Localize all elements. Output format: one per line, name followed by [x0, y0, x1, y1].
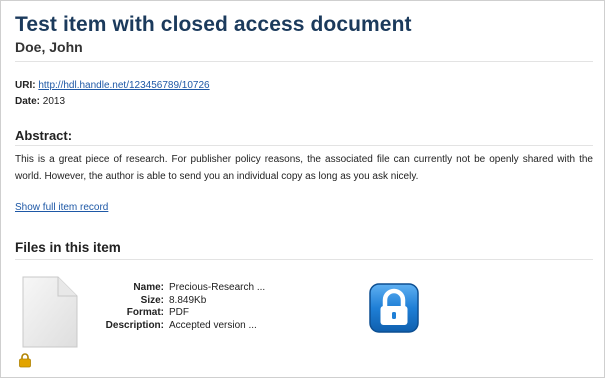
page-frame — [0, 0, 605, 378]
file-description-value: Accepted version ... — [169, 319, 257, 331]
abstract-heading: Abstract: — [15, 128, 73, 143]
file-format-label: Format: — [126, 307, 164, 318]
date-label: Date: — [15, 96, 41, 107]
file-name-row: Name: Precious-Research ... — [100, 282, 265, 295]
file-size-row: Size: 8.849Kb — [100, 295, 265, 308]
divider — [15, 145, 593, 146]
item-author: Doe, John — [15, 39, 83, 55]
uri-link[interactable]: http://hdl.handle.net/123456789/10726 — [38, 80, 209, 91]
show-full-item-record-link[interactable]: Show full item record — [15, 202, 108, 213]
document-icon[interactable] — [22, 276, 78, 348]
uri-row: URI: http://hdl.handle.net/123456789/107… — [15, 80, 210, 91]
file-format-row: Format: PDF — [100, 307, 265, 320]
uri-label: URI: — [15, 80, 36, 91]
lock-icon[interactable] — [369, 283, 419, 333]
item-title: Test item with closed access document — [15, 13, 412, 36]
file-description-label: Description: — [105, 319, 164, 331]
abstract-text: This is a great piece of research. For p… — [15, 154, 593, 182]
file-description-row: Description: Accepted version ... — [100, 320, 265, 333]
divider — [15, 259, 593, 260]
file-metadata: Name: Precious-Research ... Size: 8.849K… — [100, 282, 266, 333]
file-name-value: Precious-Research ... — [169, 282, 266, 293]
file-size-label: Size: — [140, 294, 164, 306]
file-format-value: PDF — [169, 307, 189, 318]
divider — [15, 61, 593, 62]
files-heading: Files in this item — [15, 240, 121, 255]
file-size-value: 8.849Kb — [169, 294, 207, 306]
padlock-icon — [19, 353, 31, 368]
date-value: 2013 — [42, 96, 66, 107]
date-row: Date: 2013 — [15, 96, 65, 107]
file-name-label: Name: — [133, 282, 164, 293]
